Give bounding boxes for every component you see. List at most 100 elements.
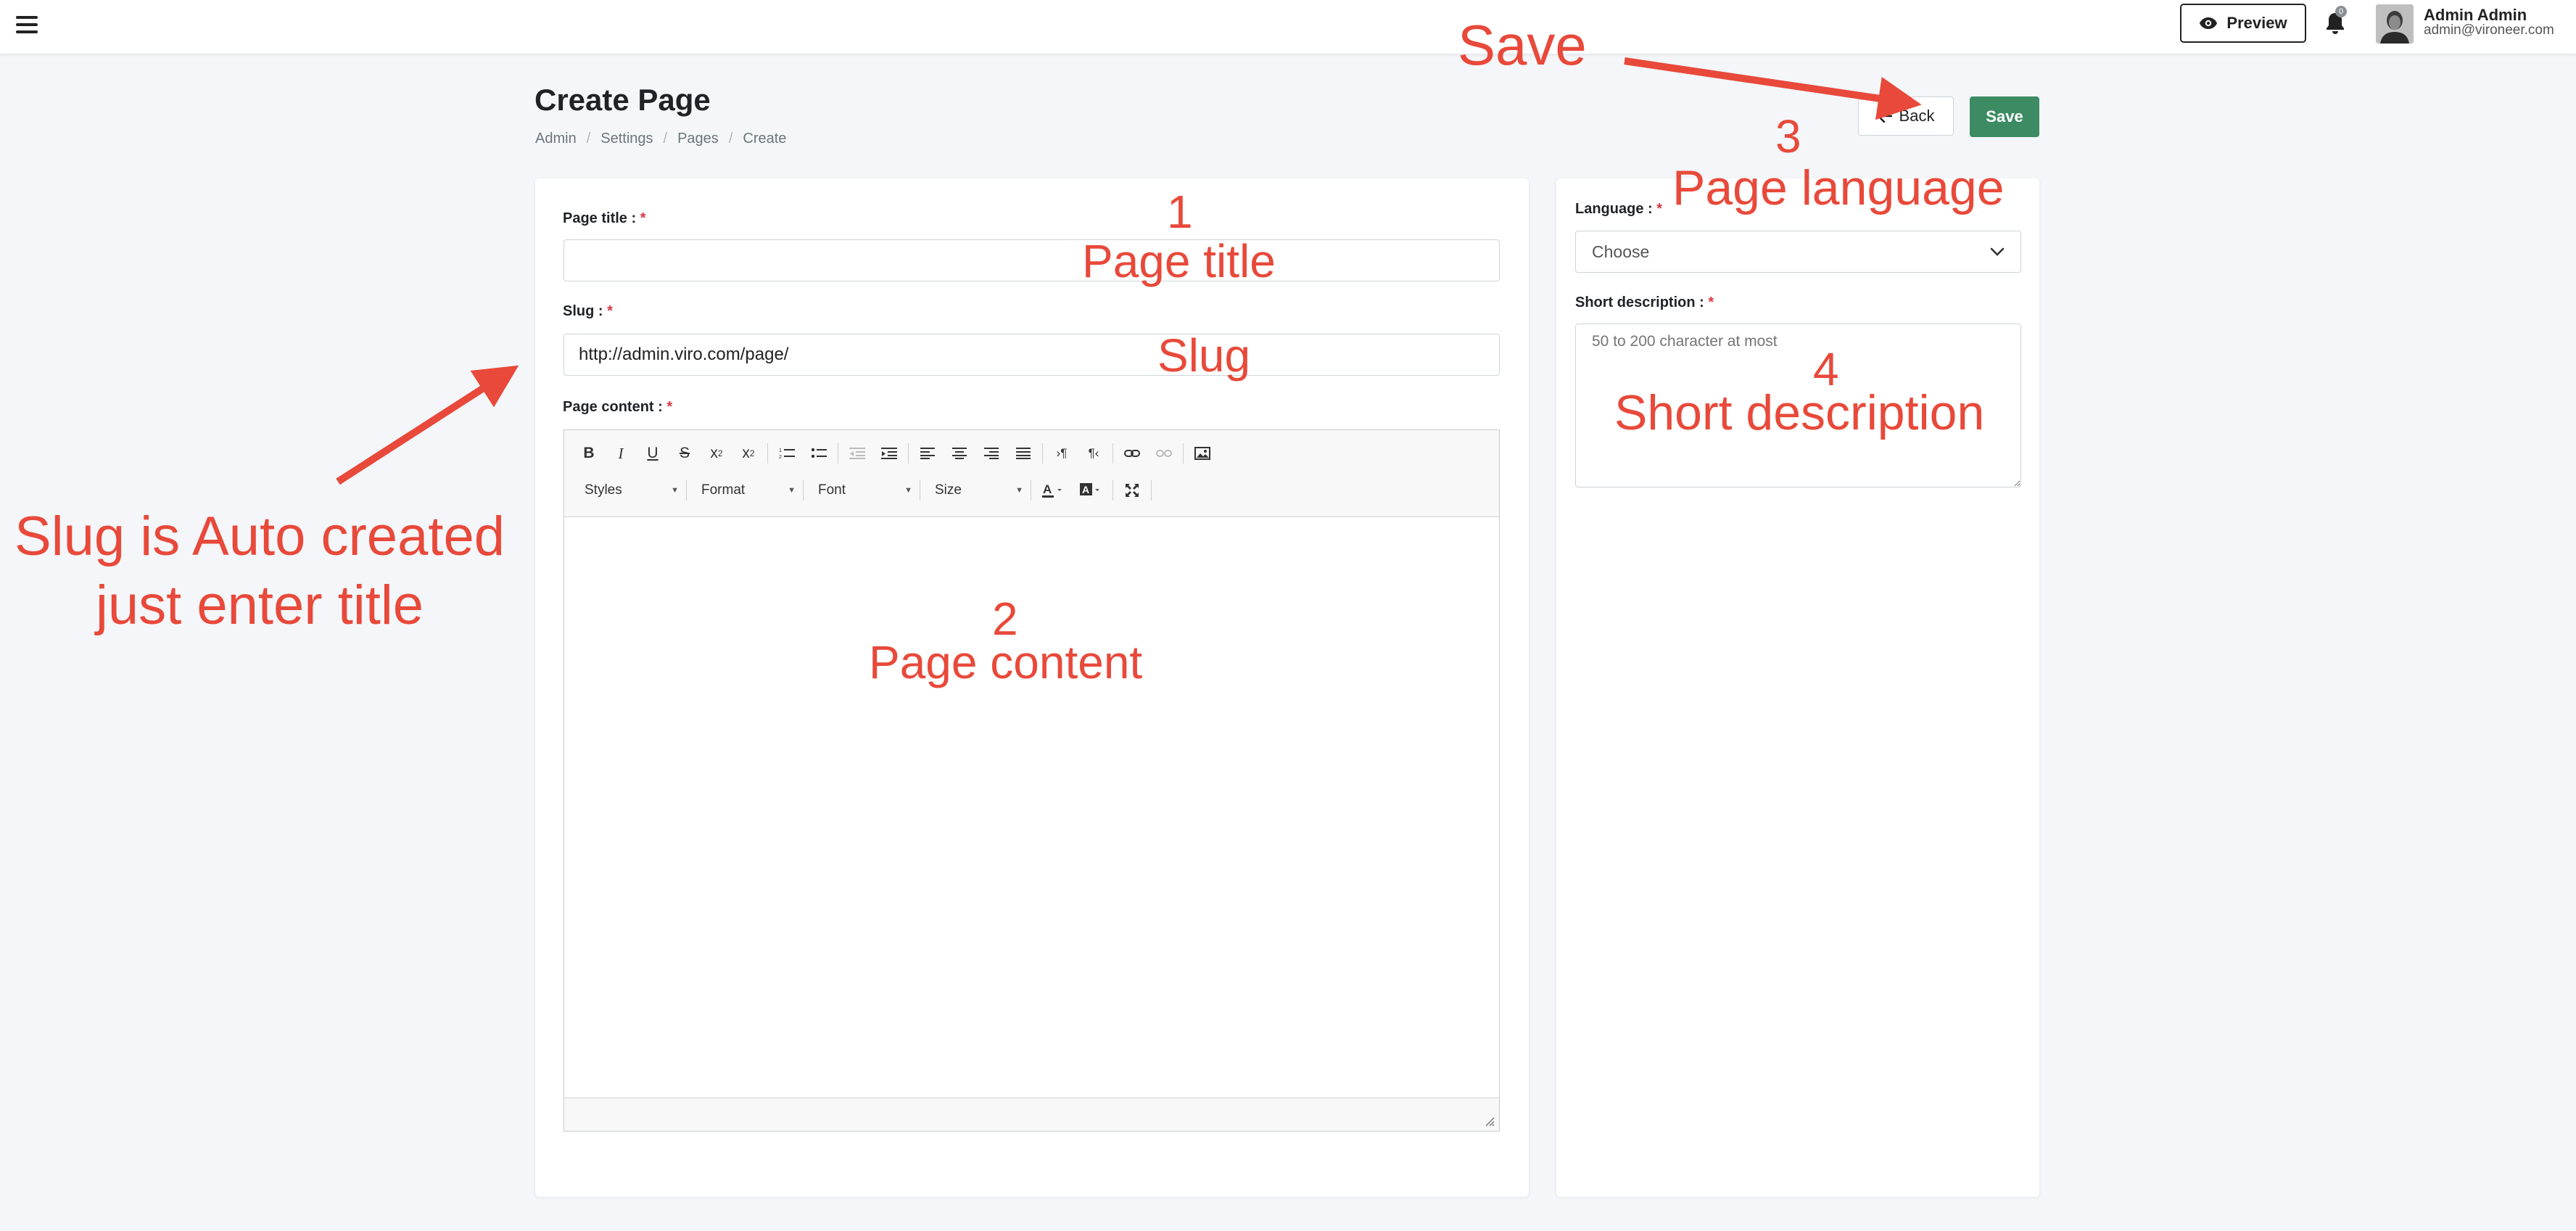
save-arrow [1624, 57, 1922, 120]
editor-status-bar [564, 1098, 1499, 1131]
text-color-icon[interactable]: A [1034, 477, 1072, 503]
avatar[interactable] [2376, 4, 2414, 44]
breadcrumb-create: Create [743, 131, 787, 147]
subscript-icon[interactable]: x2 [701, 440, 732, 466]
breadcrumb-separator: / [586, 131, 591, 147]
eye-icon [2200, 17, 2218, 29]
font-dropdown[interactable]: Font ▼ [806, 478, 917, 503]
toolbar-separator [803, 480, 804, 501]
annotation-short-description: Short description [1614, 385, 1985, 440]
required-marker: * [1656, 201, 1663, 217]
underline-icon[interactable]: U [637, 440, 669, 466]
toolbar-separator [767, 443, 768, 464]
breadcrumb-settings[interactable]: Settings [600, 131, 653, 147]
background-color-icon[interactable]: A [1072, 477, 1110, 503]
toolbar-separator [1042, 443, 1043, 464]
maximize-icon[interactable] [1116, 477, 1148, 503]
editor-content-area[interactable] [564, 517, 1499, 1098]
toolbar-separator [908, 443, 909, 464]
language-label: Language : * [1575, 201, 1662, 218]
annotation-slug: Slug [1157, 329, 1251, 382]
toolbar-separator [686, 480, 687, 501]
indent-icon[interactable] [873, 440, 905, 466]
text-direction-rtl-icon[interactable]: ¶‹ [1078, 440, 1110, 466]
format-label: Format [701, 482, 746, 498]
breadcrumb-separator: / [663, 131, 668, 147]
preview-button[interactable]: Preview [2180, 4, 2306, 43]
annotation-number-3: 3 [1775, 110, 1801, 162]
language-select[interactable]: Choose [1575, 231, 2021, 273]
text-direction-ltr-icon[interactable]: ›¶ [1046, 440, 1078, 466]
annotation-slug-note: Slug is Auto created just enter title [15, 506, 505, 636]
page-title-input[interactable] [564, 239, 1500, 281]
page-content-label-text: Page content : [563, 399, 663, 415]
required-marker: * [666, 399, 673, 415]
annotation-page-content: Page content [869, 636, 1143, 688]
styles-dropdown[interactable]: Styles ▼ [573, 478, 683, 503]
rich-text-editor: B I U S x2 x2 12 ›¶ ¶‹ Styles ▼ Format ▼… [564, 429, 1500, 1132]
arrow-left-icon [1877, 110, 1892, 123]
slug-arrow [336, 365, 519, 485]
breadcrumb-admin[interactable]: Admin [535, 131, 577, 147]
language-selected-value: Choose [1592, 242, 1650, 261]
caret-down-icon: ▼ [671, 486, 679, 495]
annotation-page-language: Page language [1672, 160, 2005, 215]
notification-badge: 0 [2335, 6, 2347, 17]
editor-toolbar: B I U S x2 x2 12 ›¶ ¶‹ Styles ▼ Format ▼… [564, 430, 1499, 517]
svg-text:2: 2 [779, 455, 782, 460]
user-email: admin@vironeer.com [2424, 22, 2554, 38]
breadcrumb: Admin / Settings / Pages / Create [535, 131, 786, 147]
svg-text:1: 1 [779, 448, 782, 453]
breadcrumb-separator: / [728, 131, 733, 147]
image-icon[interactable] [1186, 440, 1218, 466]
required-marker: * [640, 210, 646, 226]
slug-label: Slug : * [563, 303, 613, 320]
caret-down-icon: ▼ [788, 486, 796, 495]
page-title: Create Page [534, 83, 711, 117]
editor-toolbar-row: Styles ▼ Format ▼ Font ▼ Size ▼ A A [573, 477, 1155, 503]
italic-icon[interactable]: I [605, 440, 637, 466]
align-center-icon[interactable] [944, 440, 975, 466]
menu-icon[interactable] [15, 13, 39, 38]
size-dropdown[interactable]: Size ▼ [923, 478, 1028, 503]
top-bar: Preview 0 Admin Admin admin@vironeer.com [0, 0, 2576, 54]
strikethrough-icon[interactable]: S [669, 440, 701, 466]
page-title-label-text: Page title : [563, 210, 637, 226]
font-label: Font [818, 482, 846, 498]
annotation-number-1: 1 [1167, 186, 1193, 238]
caret-down-icon: ▼ [904, 486, 912, 495]
back-button[interactable]: Back [1858, 96, 1954, 136]
format-dropdown[interactable]: Format ▼ [690, 478, 800, 503]
breadcrumb-pages[interactable]: Pages [677, 131, 719, 147]
superscript-icon[interactable]: x2 [732, 440, 764, 466]
svg-text:A: A [1043, 482, 1052, 496]
preview-label: Preview [2226, 14, 2287, 32]
toolbar-separator [1112, 443, 1113, 464]
align-left-icon[interactable] [912, 440, 944, 466]
toolbar-separator [1112, 480, 1113, 501]
save-button[interactable]: Save [1970, 96, 2039, 137]
slug-input[interactable] [564, 334, 1500, 376]
short-description-label-text: Short description : [1575, 295, 1704, 310]
numbered-list-icon[interactable]: 12 [771, 440, 803, 466]
caret-down-icon: ▼ [1015, 486, 1023, 495]
align-justify-icon[interactable] [1007, 440, 1039, 466]
svg-text:A: A [1082, 484, 1089, 495]
resize-grip-icon[interactable] [1483, 1115, 1495, 1127]
required-marker: * [1708, 295, 1714, 310]
slug-label-text: Slug : [563, 303, 603, 319]
bullet-list-icon[interactable] [803, 440, 835, 466]
outdent-icon[interactable] [841, 440, 873, 466]
back-label: Back [1899, 107, 1935, 125]
annotation-page-title: Page title [1082, 235, 1276, 287]
short-description-label: Short description : * [1575, 295, 1714, 311]
page-title-label: Page title : * [563, 210, 646, 227]
required-marker: * [607, 303, 613, 319]
toolbar-separator [1151, 480, 1152, 501]
link-icon[interactable] [1116, 440, 1148, 466]
chevron-down-icon [1990, 247, 2005, 256]
size-label: Size [935, 482, 962, 498]
align-right-icon[interactable] [975, 440, 1007, 466]
unlink-icon[interactable] [1148, 440, 1180, 466]
bold-icon[interactable]: B [573, 440, 605, 466]
